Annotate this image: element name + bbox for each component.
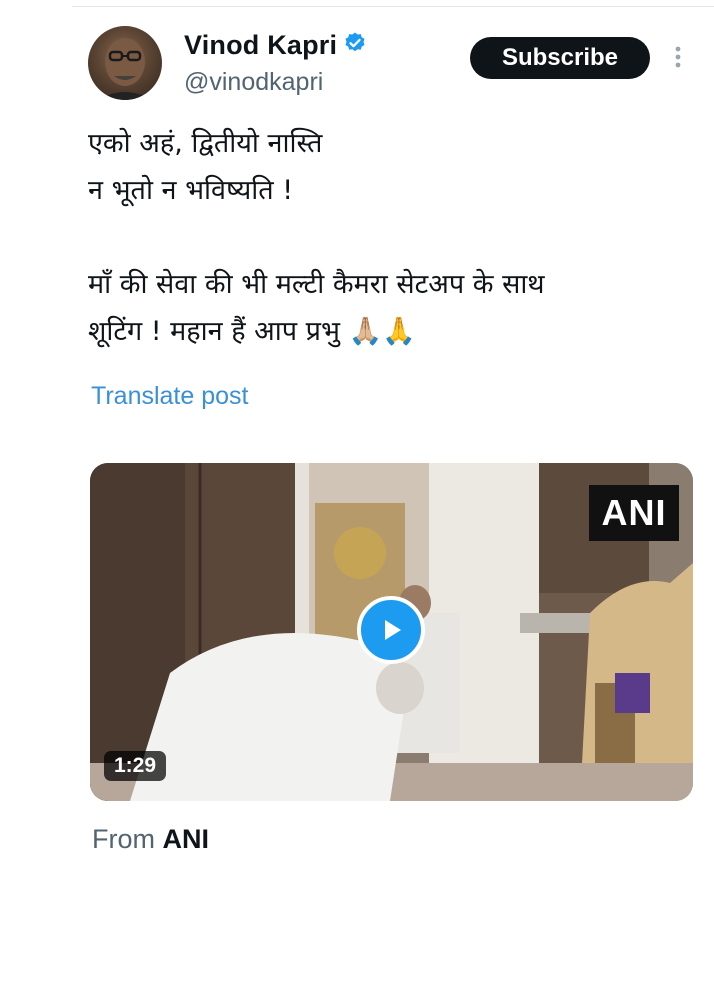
post-header: Vinod Kapri @vinodkapri Subscribe	[88, 26, 698, 106]
source-prefix: From	[92, 824, 155, 854]
post-text: एको अहं, द्वितीयो नास्ति न भूतो न भविष्य…	[88, 128, 545, 347]
avatar-portrait	[98, 38, 152, 100]
translate-post-link[interactable]: Translate post	[91, 382, 248, 411]
top-divider	[72, 6, 714, 7]
subscribe-button[interactable]: Subscribe	[470, 37, 650, 79]
source-name[interactable]: ANI	[163, 824, 210, 854]
avatar[interactable]	[88, 26, 162, 100]
ani-logo-badge: ANI	[589, 485, 679, 541]
author-display-name[interactable]: Vinod Kapri	[184, 30, 337, 61]
video-duration: 1:29	[104, 751, 167, 781]
author-name-line: Vinod Kapri	[184, 30, 367, 61]
play-icon[interactable]	[357, 596, 425, 664]
more-options-icon[interactable]	[668, 42, 688, 72]
author-handle[interactable]: @vinodkapri	[184, 68, 323, 97]
verified-badge-icon	[343, 31, 367, 60]
media-source[interactable]: From ANI	[92, 824, 209, 855]
video-player[interactable]: ANI 1:29	[90, 463, 693, 801]
